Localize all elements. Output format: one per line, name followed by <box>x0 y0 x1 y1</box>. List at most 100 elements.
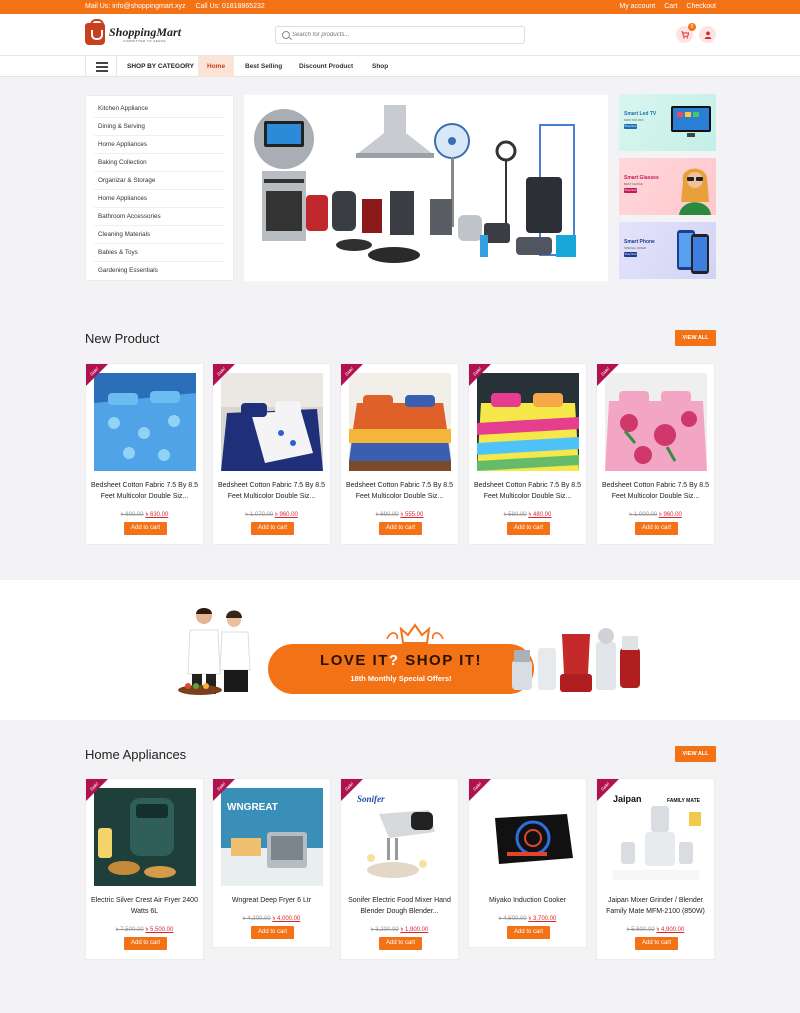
product-card[interactable]: Sale! WNGREAT Wngreat Deep Fryer 6 Ltr ৳… <box>212 778 331 948</box>
promo-shop-now-button[interactable]: Shop Now <box>624 252 637 257</box>
category-sidebar: Kitchen Appliance Dining & Serving Home … <box>85 95 234 281</box>
product-name[interactable]: Sonifer Electric Food Mixer Hand Blender… <box>345 896 454 917</box>
product-image[interactable]: WNGREAT <box>221 788 323 886</box>
sale-price: ৳ 3,700.00 <box>528 916 557 922</box>
sale-price: ৳ 5,500.00 <box>145 927 174 933</box>
add-to-cart-button[interactable]: Add to cart <box>635 937 678 950</box>
old-price: ৳ 7,500.00 <box>115 927 144 933</box>
product-name[interactable]: Bedsheet Cotton Fabric 7.5 By 8.5 Feet M… <box>345 481 454 502</box>
sale-price: ৳ 1,900.00 <box>400 927 429 933</box>
product-image[interactable] <box>221 373 323 471</box>
top-bar: Mail Us: info@shoppingmart.xyz Call Us: … <box>0 0 800 14</box>
promo-smart-led-tv[interactable]: Smart Led TV NOW 70% OFF Shop Now <box>619 94 716 151</box>
category-item[interactable]: Kitchen Appliance <box>94 100 225 118</box>
category-item[interactable]: Organizar & Storage <box>94 172 225 190</box>
cart-button[interactable]: 0 <box>676 23 696 43</box>
view-all-home-appliances-button[interactable]: VIEW ALL <box>675 746 716 762</box>
add-to-cart-button[interactable]: Add to cart <box>124 937 167 950</box>
promo-shop-now-button[interactable]: Shop Now <box>624 124 637 129</box>
account-button[interactable] <box>699 26 716 43</box>
category-item[interactable]: Home Appliances <box>94 136 225 154</box>
view-all-new-product-button[interactable]: VIEW ALL <box>675 330 716 346</box>
old-price: ৳ 690.00 <box>375 512 399 518</box>
category-item[interactable]: Home Appliances <box>94 190 225 208</box>
search-input[interactable] <box>292 28 520 42</box>
sale-price: ৳ 4,900.00 <box>656 927 685 933</box>
product-card[interactable]: Sale! Bedsheet Cotton Fabric 7.5 By 8.5 … <box>596 363 715 545</box>
crown-ornament-icon <box>386 623 444 644</box>
product-name[interactable]: Bedsheet Cotton Fabric 7.5 By 8.5 Feet M… <box>217 481 326 502</box>
nav-discount-product[interactable]: Discount Product <box>290 56 362 77</box>
add-to-cart-button[interactable]: Add to cart <box>507 926 550 939</box>
add-to-cart-button[interactable]: Add to cart <box>379 937 422 950</box>
product-card[interactable]: Sale! Bedsheet Cotton Fabric 7.5 By 8.5 … <box>340 363 459 545</box>
product-card[interactable]: Sale! Jaipan FAMILY MATE Jaipan Mixer Gr… <box>596 778 715 960</box>
product-name[interactable]: Electric Silver Crest Air Fryer 2400 Wat… <box>90 896 199 917</box>
shop-by-category[interactable]: SHOP BY CATEGORY <box>127 63 194 70</box>
old-price: ৳ 5,600.00 <box>626 927 655 933</box>
product-image[interactable] <box>349 373 451 471</box>
add-to-cart-button[interactable]: Add to cart <box>251 926 294 939</box>
hero-banner[interactable] <box>244 95 608 281</box>
product-name[interactable]: Bedsheet Cotton Fabric 7.5 By 8.5 Feet M… <box>601 481 710 502</box>
product-image[interactable]: Jaipan FAMILY MATE <box>605 788 707 886</box>
product-name[interactable]: Bedsheet Cotton Fabric 7.5 By 8.5 Feet M… <box>90 481 199 502</box>
love-it-shop-it-pill[interactable]: LOVE IT? SHOP IT! 18th Monthly Special O… <box>268 644 534 694</box>
appliances-image <box>254 105 576 263</box>
product-card[interactable]: Sale! Sonifer Sonifer Electric Food Mixe… <box>340 778 459 960</box>
promo-title: Smart Phone <box>624 239 655 245</box>
product-card[interactable]: Sale! Bedsheet Cotton Fabric 7.5 By 8.5 … <box>85 363 204 545</box>
old-price: ৳ 800.00 <box>120 512 144 518</box>
product-card[interactable]: Sale! Bedsheet Cotton Fabric 7.5 By 8.5 … <box>212 363 331 545</box>
product-card[interactable]: Sale! Electric Silver Crest Air Fryer 24… <box>85 778 204 960</box>
nav-shop[interactable]: Shop <box>363 56 397 77</box>
add-to-cart-button[interactable]: Add to cart <box>124 522 167 535</box>
category-item[interactable]: Bathroom Accessories <box>94 208 225 226</box>
product-card[interactable]: Sale! Bedsheet Cotton Fabric 7.5 By 8.5 … <box>468 363 587 545</box>
add-to-cart-button[interactable]: Add to cart <box>635 522 678 535</box>
promo-smart-phone[interactable]: Smart Phone SPECIAL OFFER Shop Now <box>619 222 716 279</box>
category-item[interactable]: Gardening Essentials <box>94 262 225 280</box>
sale-price: ৳ 960.00 <box>658 512 682 518</box>
product-image[interactable] <box>94 373 196 471</box>
nav-best-selling[interactable]: Best Selling <box>236 56 291 77</box>
svg-text:FAMILY MATE: FAMILY MATE <box>667 798 701 804</box>
product-name[interactable]: Miyako Induction Cooker <box>473 896 582 907</box>
logo[interactable]: ShoppingMart COMMITTED TO SERVE <box>85 19 181 45</box>
nav-home[interactable]: Home <box>198 56 235 77</box>
checkout-link[interactable]: Checkout <box>686 3 716 10</box>
add-to-cart-button[interactable]: Add to cart <box>251 522 294 535</box>
offer-title: LOVE IT? SHOP IT! <box>320 652 482 669</box>
product-image[interactable] <box>605 373 707 471</box>
search-icon[interactable] <box>282 31 290 39</box>
sale-price: ৳ 4,000.00 <box>272 916 301 922</box>
product-name[interactable]: Jaipan Mixer Grinder / Blender Family Ma… <box>601 896 710 917</box>
category-item[interactable]: Babies & Toys <box>94 244 225 262</box>
phone-image <box>677 230 709 274</box>
category-item[interactable]: Cleaning Materials <box>94 226 225 244</box>
call-text: Call Us: 01818865232 <box>195 3 265 10</box>
product-image[interactable] <box>477 788 579 886</box>
add-to-cart-button[interactable]: Add to cart <box>507 522 550 535</box>
product-name[interactable]: Wngreat Deep Fryer 6 Ltr <box>217 896 326 907</box>
product-image[interactable] <box>477 373 579 471</box>
product-image[interactable]: Sonifer <box>349 788 451 886</box>
menu-toggle-button[interactable] <box>85 56 117 77</box>
cart-link[interactable]: Cart <box>664 3 677 10</box>
my-account-link[interactable]: My account <box>619 3 655 10</box>
product-name[interactable]: Bedsheet Cotton Fabric 7.5 By 8.5 Feet M… <box>473 481 582 502</box>
promo-subtitle: NOW 70% OFF <box>624 118 644 122</box>
promo-smart-glasses[interactable]: Smart Glasses BEST CHOICE Shop Now <box>619 158 716 215</box>
logo-tagline: COMMITTED TO SERVE <box>123 38 167 43</box>
mail-text: Mail Us: info@shoppingmart.xyz <box>85 3 186 10</box>
section-title-new-product: New Product <box>85 331 160 346</box>
search-box <box>275 26 525 44</box>
promo-title: Smart Led TV <box>624 111 657 117</box>
old-price: ৳ 580.00 <box>503 512 527 518</box>
add-to-cart-button[interactable]: Add to cart <box>379 522 422 535</box>
promo-shop-now-button[interactable]: Shop Now <box>624 188 637 193</box>
product-card[interactable]: Sale! Miyako Induction Cooker ৳ 4,500.00… <box>468 778 587 948</box>
product-image[interactable] <box>94 788 196 886</box>
category-item[interactable]: Baking Collection <box>94 154 225 172</box>
category-item[interactable]: Dining & Serving <box>94 118 225 136</box>
